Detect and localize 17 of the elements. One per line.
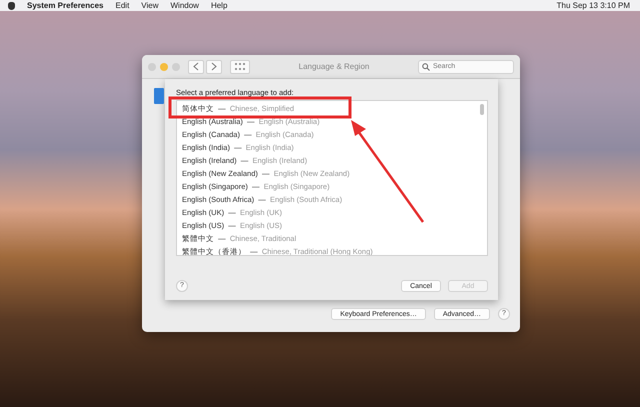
menu-item[interactable]: Edit: [116, 1, 130, 10]
minimize-button[interactable]: [160, 62, 168, 70]
back-button[interactable]: [188, 60, 204, 74]
menu-item[interactable]: Help: [210, 1, 228, 10]
flag-icon: [154, 88, 164, 104]
window-title: Language & Region: [298, 62, 370, 71]
chevron-left-icon: [193, 62, 199, 71]
menu-item[interactable]: System Preferences: [27, 1, 104, 10]
grid-icon: [235, 63, 245, 70]
forward-button[interactable]: [206, 60, 222, 74]
chevron-right-icon: [211, 62, 217, 71]
menu-item[interactable]: Window: [170, 1, 199, 10]
apple-logo-icon[interactable]: [8, 2, 15, 10]
menu-item[interactable]: View: [141, 1, 158, 10]
menu-bar-clock[interactable]: Thu Sep 13 3:10 PM: [556, 1, 630, 10]
scroll-bar[interactable]: [480, 104, 484, 115]
show-all-button[interactable]: [230, 60, 250, 74]
